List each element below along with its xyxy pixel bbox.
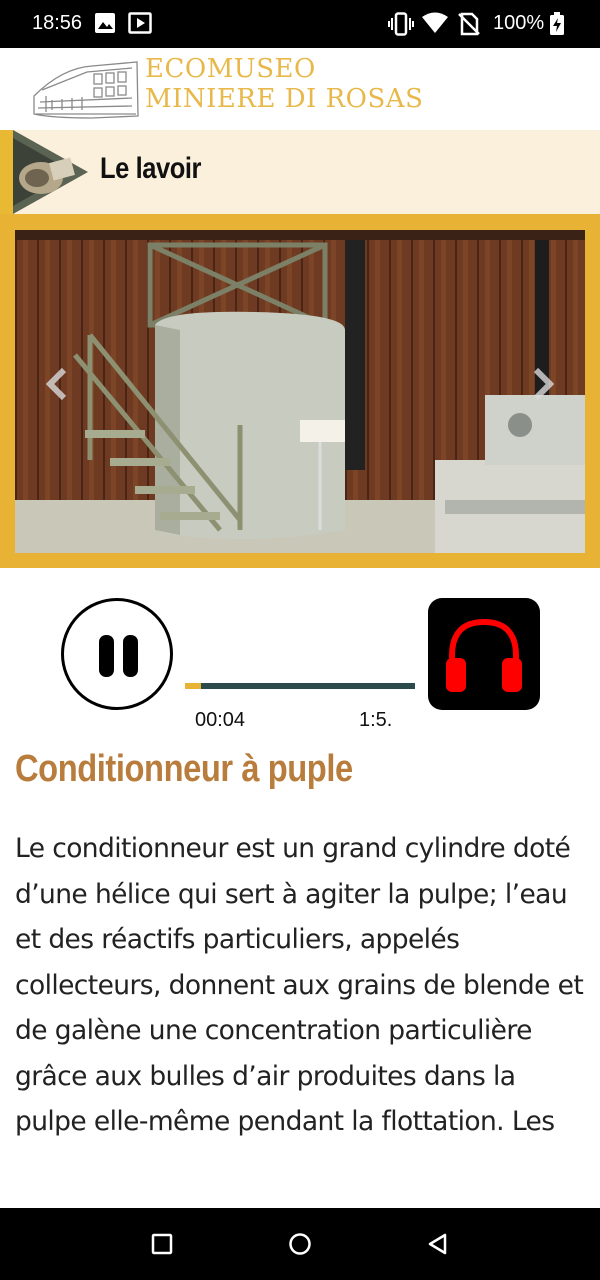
cast-icon bbox=[128, 12, 152, 34]
pause-icon bbox=[99, 635, 114, 677]
audio-progress-bar[interactable] bbox=[185, 683, 415, 689]
logo-line-2: MINIERE DI ROSAS bbox=[145, 84, 424, 114]
recent-apps-icon[interactable] bbox=[150, 1232, 174, 1256]
next-image-icon[interactable] bbox=[522, 364, 562, 404]
back-icon[interactable] bbox=[426, 1232, 450, 1256]
total-time: 1:5. bbox=[359, 709, 393, 731]
headphones-icon bbox=[446, 618, 522, 692]
image-icon bbox=[95, 13, 115, 33]
battery-percent: 100% bbox=[493, 12, 545, 34]
battery-charging-icon bbox=[550, 12, 564, 35]
system-nav-bar bbox=[0, 1208, 600, 1280]
section-accent-bar bbox=[0, 130, 13, 214]
wifi-icon bbox=[422, 12, 448, 33]
status-bar: 18:56 100% bbox=[0, 0, 600, 48]
pause-icon-bar bbox=[123, 635, 138, 677]
museum-name: ECOMUSEO MINIERE DI ROSAS bbox=[145, 54, 423, 114]
audio-progress-fill bbox=[185, 683, 202, 689]
audio-guide-button[interactable] bbox=[428, 598, 540, 710]
app-header: ECOMUSEO MINIERE DI ROSAS bbox=[0, 48, 600, 130]
article-body-container[interactable]: Le conditionneur est un grand cylindre d… bbox=[15, 826, 590, 1152]
section-title: Le lavoir bbox=[100, 152, 202, 185]
image-gallery[interactable] bbox=[0, 214, 600, 568]
mine-building-logo-icon bbox=[33, 61, 139, 119]
section-header: Le lavoir bbox=[0, 130, 600, 214]
no-sim-icon bbox=[458, 12, 480, 36]
previous-image-icon[interactable] bbox=[38, 364, 78, 404]
article-body: Le conditionneur est un grand cylindre d… bbox=[15, 833, 584, 1152]
pause-button[interactable] bbox=[61, 598, 173, 710]
status-time: 18:56 bbox=[32, 12, 83, 34]
section-thumbnail bbox=[13, 130, 88, 214]
current-time: 00:04 bbox=[195, 709, 246, 731]
article-title: Conditionneur à puple bbox=[15, 748, 353, 790]
home-icon[interactable] bbox=[288, 1232, 312, 1256]
vibrate-icon bbox=[388, 12, 414, 36]
logo-line-1: ECOMUSEO bbox=[145, 54, 316, 84]
conditioner-photo bbox=[15, 230, 585, 553]
